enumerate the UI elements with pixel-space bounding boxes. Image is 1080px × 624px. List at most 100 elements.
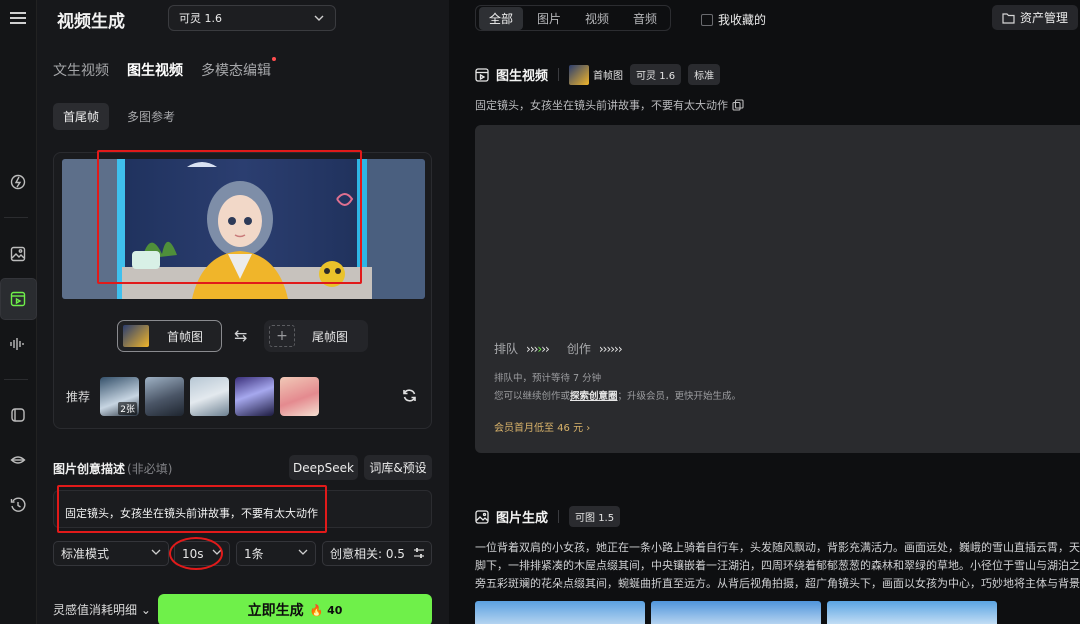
sliders-icon	[414, 548, 424, 558]
menu-icon[interactable]	[6, 6, 30, 30]
image-prompt-line: 旁五彩斑斓的花朵点缀其间，蜿蜒曲折直至远方。从背后视角拍摄，超广角镜头下，画面以…	[475, 577, 1080, 590]
audio-icon[interactable]	[6, 332, 30, 356]
video-icon	[475, 67, 489, 82]
subtab-multi-image-ref[interactable]: 多图参考	[117, 103, 185, 130]
vip-promo-text: 会员首月低至 46 元	[494, 423, 584, 434]
recommend-thumb[interactable]	[190, 377, 230, 416]
mode-select[interactable]: 标准模式	[53, 541, 169, 566]
first-frame-tag-label: 首帧图	[593, 71, 624, 82]
chevron-down-icon	[314, 15, 324, 21]
first-frame-button[interactable]: 首帧图	[117, 320, 222, 352]
favorites-checkbox[interactable]: 我收藏的	[701, 11, 766, 28]
generation-queue-card: 排队 ›››››› 创作 ›››››› 排队中，预计等待 7 分钟 您可以继续创…	[475, 125, 1080, 453]
image-prompt-line: 一位背着双肩的小女孩，她正在一条小路上骑着自行车，头发随风飘动，背影充满活力。画…	[475, 541, 1080, 554]
video-section-title: 图生视频	[496, 69, 549, 84]
cost-detail-label: 灵感值消耗明细	[53, 603, 138, 617]
history-icon[interactable]	[6, 493, 30, 517]
recommend-thumb[interactable]	[280, 377, 320, 416]
video-prompt: 固定镜头，女孩坐在镜头前讲故事，不要有太大动作	[475, 97, 744, 113]
generation-panel: 视频生成 可灵 1.6 文生视频 图生视频 多模态编辑 首尾帧 多图参考 首帧图…	[37, 0, 449, 624]
queue-progress: 排队 ›››››› 创作 ››››››	[494, 340, 623, 357]
annotation-box	[57, 485, 327, 533]
recommend-row: 推荐 2张	[66, 377, 320, 416]
first-frame-tag: 首帧图	[569, 64, 624, 85]
recommend-thumb[interactable]	[145, 377, 185, 416]
description-heading: 图片创意描述 (非必填)	[53, 460, 172, 477]
vip-promo-link[interactable]: 会员首月低至 46 元 ›	[494, 419, 590, 434]
annotation-ellipse	[169, 537, 223, 570]
checkbox-box	[701, 13, 713, 26]
filter-all[interactable]: 全部	[479, 6, 524, 30]
results-area: 全部 图片 视频 音频 我收藏的 资产管理 图生视频 首帧图 可灵 1.6 标准…	[449, 0, 1080, 624]
tab-image-to-video[interactable]: 图生视频	[127, 60, 183, 80]
chevron-down-icon: ⌄	[140, 603, 151, 617]
generate-label: 立即生成	[247, 603, 304, 619]
first-frame-thumb-small	[569, 64, 590, 85]
model-value: 可灵 1.6	[179, 12, 222, 25]
model-tag: 可灵 1.6	[630, 64, 682, 85]
image-results	[475, 601, 997, 624]
relevance-value: 创意相关: 0.5	[330, 547, 405, 561]
image-section-header: 图片生成 可图 1.5	[475, 506, 621, 527]
description-optional: (非必填)	[127, 462, 173, 476]
mode-tabs: 文生视频 图生视频 多模态编辑	[53, 57, 276, 80]
side-rail	[0, 0, 37, 624]
favorites-label: 我收藏的	[718, 13, 767, 27]
image-icon[interactable]	[6, 242, 30, 266]
filter-audio[interactable]: 音频	[623, 7, 667, 30]
explore-link[interactable]: 探索创意圈	[570, 391, 618, 402]
queue-hint: 您可以继续创作或探索创意圈；升级会员，更快开始生成。	[494, 388, 741, 402]
frame-mode-tabs: 首尾帧 多图参考	[53, 103, 185, 130]
video-icon[interactable]	[6, 287, 30, 311]
image-icon	[475, 509, 489, 524]
queue-status: 排队中，预计等待 7 分钟	[494, 373, 602, 384]
preset-button[interactable]: 词库&预设	[364, 455, 432, 480]
recommend-thumb[interactable]	[235, 377, 275, 416]
recommend-label: 推荐	[66, 390, 91, 404]
tab-multimodal-edit-label: 多模态编辑	[201, 63, 271, 79]
new-dot	[272, 57, 276, 61]
create-label: 创作	[566, 342, 591, 356]
cost-detail-link[interactable]: 灵感值消耗明细 ⌄	[53, 601, 151, 618]
refresh-icon[interactable]	[402, 388, 417, 406]
video-section-header: 图生视频 首帧图 可灵 1.6 标准	[475, 64, 721, 85]
image-section-title: 图片生成	[496, 511, 549, 526]
queue-label: 排队	[494, 342, 519, 356]
relevance-slider[interactable]: 创意相关: 0.5	[322, 541, 432, 566]
folder-icon	[1002, 12, 1015, 24]
thumb-count-badge: 2张	[118, 402, 138, 415]
lips-icon[interactable]	[6, 448, 30, 472]
tab-multimodal-edit[interactable]: 多模态编辑	[201, 57, 276, 80]
generate-cost-value: 40	[327, 603, 343, 617]
model-dropdown[interactable]: 可灵 1.6	[168, 5, 336, 31]
filter-video[interactable]: 视频	[575, 7, 619, 30]
image-model-tag: 可图 1.5	[569, 506, 621, 527]
filter-image[interactable]: 图片	[527, 7, 571, 30]
swap-icon[interactable]: ⇆	[234, 326, 247, 345]
first-frame-thumbnail	[123, 325, 149, 347]
video-prompt-text: 固定镜头，女孩坐在镜头前讲故事，不要有太大动作	[475, 99, 728, 112]
annotation-box	[97, 150, 362, 284]
image-upload-area[interactable]: 首帧图 ⇆ + 尾帧图 推荐 2张	[53, 150, 432, 429]
deepseek-button[interactable]: DeepSeek	[289, 455, 358, 480]
page-title: 视频生成	[57, 12, 125, 32]
asset-management-button[interactable]: 资产管理	[992, 5, 1078, 30]
last-frame-button[interactable]: + 尾帧图	[264, 320, 368, 352]
queue-arrows: ››››››	[526, 341, 550, 356]
result-image[interactable]	[827, 601, 997, 624]
first-frame-label: 首帧图	[167, 329, 204, 344]
generate-button[interactable]: 立即生成 🔥 40	[158, 594, 432, 624]
lightning-icon[interactable]	[6, 170, 30, 194]
asset-label: 资产管理	[1019, 11, 1068, 25]
plus-icon: +	[269, 325, 295, 347]
recommend-thumb[interactable]: 2张	[100, 377, 140, 416]
count-select[interactable]: 1条	[236, 541, 316, 566]
tab-text-to-video[interactable]: 文生视频	[53, 60, 109, 80]
last-frame-label: 尾帧图	[312, 329, 349, 344]
cube-icon[interactable]	[6, 403, 30, 427]
copy-icon[interactable]	[732, 99, 744, 111]
result-image[interactable]	[651, 601, 821, 624]
subtab-first-last-frame[interactable]: 首尾帧	[53, 103, 110, 130]
result-image[interactable]	[475, 601, 645, 624]
queue-hint-b: ；升级会员，更快开始生成。	[617, 391, 742, 402]
